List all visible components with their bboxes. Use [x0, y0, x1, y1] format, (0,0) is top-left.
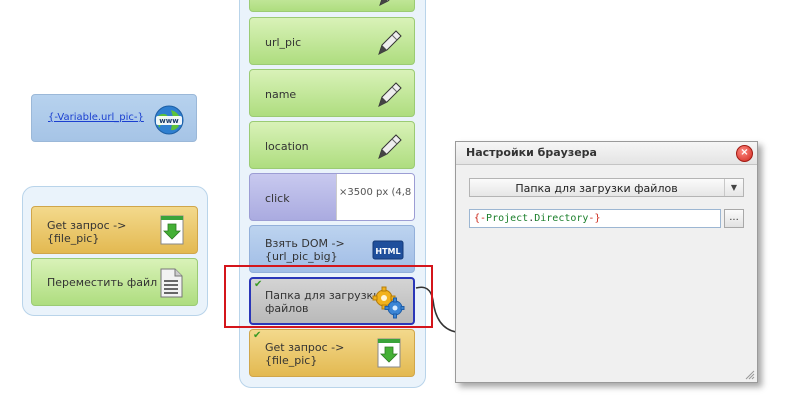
html-icon: HTML	[372, 240, 404, 260]
dialog-title-bar[interactable]: Настройки браузера ×	[456, 142, 757, 165]
field-word-project: Project	[486, 213, 529, 224]
resize-grip-icon[interactable]	[745, 370, 755, 380]
directory-input[interactable]: {-Project.Directory-}	[469, 209, 721, 228]
move-file-block[interactable]: Переместить файл	[31, 258, 198, 306]
get-request-label: Get запрос -> {file_pic}	[47, 219, 127, 245]
browser-settings-dialog: Настройки браузера × Папка для загрузки …	[455, 141, 758, 383]
svg-text:HTML: HTML	[375, 247, 400, 256]
www-globe-icon: www	[154, 105, 184, 135]
block-label: name	[265, 88, 297, 101]
check-icon: ✔	[253, 330, 262, 341]
download-icon	[160, 215, 184, 245]
block-label: click	[265, 192, 290, 205]
set-variable-block-top[interactable]	[249, 0, 415, 12]
block-label: Get запрос -> {file_pic}	[265, 341, 345, 367]
field-word-directory: Directory	[534, 213, 589, 224]
set-variable-url-pic[interactable]: url_pic	[249, 17, 415, 65]
block-label: location	[265, 140, 309, 153]
get-request-block-column[interactable]: ✔ Get запрос -> {file_pic}	[249, 329, 415, 377]
set-variable-name[interactable]: name	[249, 69, 415, 117]
action-column-group: url_pic name location click ×3500 px (4,…	[239, 0, 426, 388]
action-dropdown[interactable]: Папка для загрузки файлов ▼	[469, 178, 744, 197]
block-label: Взять DOM -> {url_pic_big}	[265, 237, 345, 263]
field-brace-close: -}	[588, 213, 601, 224]
left-block-group: Get запрос -> {file_pic} Переместить фай…	[22, 186, 208, 316]
dropdown-value: Папка для загрузки файлов	[515, 182, 678, 195]
set-variable-location[interactable]: location	[249, 121, 415, 169]
click-block[interactable]: click ×3500 px (4,8	[249, 173, 415, 221]
chevron-down-icon[interactable]: ▼	[724, 179, 743, 196]
pen-icon	[378, 30, 402, 55]
block-label: url_pic	[265, 36, 302, 49]
click-preview: ×3500 px (4,8	[336, 174, 414, 220]
pen-icon	[379, 0, 390, 6]
get-request-block[interactable]: Get запрос -> {file_pic}	[31, 206, 198, 254]
document-icon	[160, 268, 183, 298]
dialog-title: Настройки браузера	[466, 146, 597, 159]
svg-text:www: www	[159, 117, 179, 125]
variable-link[interactable]: {-Variable.url_pic-}	[48, 112, 144, 123]
close-icon[interactable]: ×	[736, 145, 753, 162]
pen-icon	[378, 134, 402, 159]
variable-block[interactable]: {-Variable.url_pic-} www	[31, 94, 197, 142]
browse-button[interactable]: ...	[724, 209, 744, 228]
highlight-box	[224, 265, 433, 328]
field-brace-open: {-	[474, 213, 487, 224]
download-icon	[377, 338, 401, 368]
pen-icon	[378, 82, 402, 107]
move-file-label: Переместить файл	[47, 276, 158, 289]
